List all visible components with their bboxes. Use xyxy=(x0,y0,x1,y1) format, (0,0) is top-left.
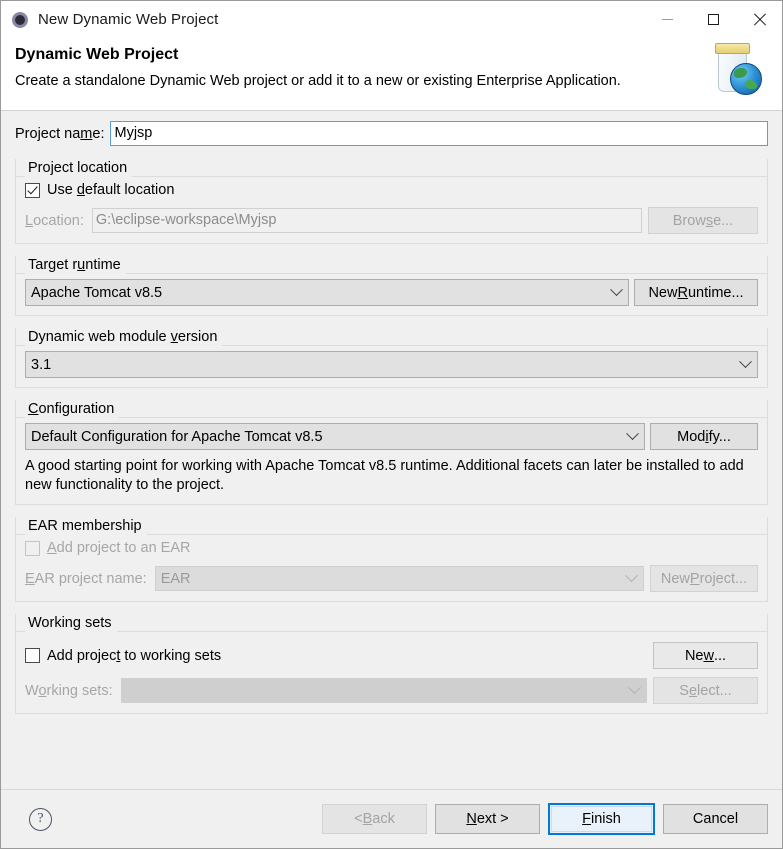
project-name-row: Project name: Myjsp xyxy=(15,121,768,146)
target-runtime-value: Apache Tomcat v8.5 xyxy=(31,284,163,301)
eclipse-icon xyxy=(11,11,29,29)
close-button[interactable] xyxy=(736,1,782,38)
target-runtime-row: Apache Tomcat v8.5 New Runtime... xyxy=(25,279,758,306)
add-project-to-ear-label: Add project to an EAR xyxy=(47,540,191,556)
help-icon[interactable]: ? xyxy=(29,807,52,831)
project-location-group: Project location Use default location Lo… xyxy=(15,159,768,244)
wizard-page-header: Dynamic Web Project Create a standalone … xyxy=(1,38,782,111)
target-runtime-combo[interactable]: Apache Tomcat v8.5 xyxy=(25,279,629,306)
chevron-down-icon xyxy=(620,424,644,449)
next-button[interactable]: Next > xyxy=(435,804,540,834)
module-version-combo[interactable]: 3.1 xyxy=(25,351,758,378)
new-dynamic-web-project-dialog: New Dynamic Web Project Dynamic Web Proj… xyxy=(0,0,783,849)
dialog-footer: ? < Back Next > Finish Cancel xyxy=(1,789,782,848)
window-title: New Dynamic Web Project xyxy=(38,11,219,28)
configuration-label: Configuration xyxy=(28,401,115,417)
ear-membership-group-title: EAR membership xyxy=(28,518,142,534)
finish-button[interactable]: Finish xyxy=(551,806,652,832)
location-label: Location: xyxy=(25,212,84,229)
configuration-description: A good starting point for working with A… xyxy=(25,458,744,493)
ear-project-name-row: EAR project name: EAR New Project... xyxy=(25,565,758,592)
add-project-to-ear-checkbox xyxy=(25,540,40,556)
module-version-group: Dynamic web module version 3.1 xyxy=(15,328,768,388)
target-runtime-group: Target runtime Apache Tomcat v8.5 New Ru… xyxy=(15,256,768,316)
configuration-value: Default Configuration for Apache Tomcat … xyxy=(31,428,323,445)
add-project-to-ear-row: Add project to an EAR xyxy=(25,540,758,556)
ear-project-name-value: EAR xyxy=(160,570,191,587)
cancel-button[interactable]: Cancel xyxy=(663,804,768,834)
configuration-combo[interactable]: Default Configuration for Apache Tomcat … xyxy=(25,423,645,450)
location-row: Location: G:\eclipse-workspace\Myjsp Bro… xyxy=(25,207,758,234)
module-version-value: 3.1 xyxy=(31,356,52,373)
page-title: Dynamic Web Project xyxy=(15,46,179,63)
working-sets-label: Working sets: xyxy=(25,682,113,699)
working-sets-combo xyxy=(120,678,647,703)
maximize-icon xyxy=(707,14,719,25)
page-description: Create a standalone Dynamic Web project … xyxy=(15,73,621,89)
close-icon xyxy=(753,13,766,26)
web-project-jar-globe-icon xyxy=(706,42,768,104)
maximize-button[interactable] xyxy=(690,1,736,38)
back-button: < Back xyxy=(322,804,427,834)
module-version-label: Dynamic web module version xyxy=(28,329,218,345)
location-input: G:\eclipse-workspace\Myjsp xyxy=(91,208,642,233)
chevron-down-icon xyxy=(733,352,757,377)
working-sets-group: Working sets Add project to working sets… xyxy=(15,614,768,714)
chevron-down-icon xyxy=(622,679,646,702)
wizard-content: Project name: Myjsp Project location Use… xyxy=(1,111,782,789)
use-default-location-row[interactable]: Use default location xyxy=(25,182,758,198)
ear-project-name-combo: EAR xyxy=(154,566,644,591)
working-sets-field-row: Working sets: Se lect... xyxy=(25,677,758,704)
use-default-location-label: Use default location xyxy=(47,182,175,198)
modify-button[interactable]: Mod i fy... xyxy=(650,423,758,450)
configuration-group: Configuration Default Configuration for … xyxy=(15,400,768,505)
add-to-working-sets-label: Add project to working sets xyxy=(47,647,222,664)
project-location-group-title: Project location xyxy=(28,160,128,176)
project-name-input[interactable]: Myjsp xyxy=(110,121,768,146)
window-controls xyxy=(644,1,782,38)
new-working-set-button[interactable]: Ne w... xyxy=(653,642,758,669)
target-runtime-label: Target runtime xyxy=(28,257,121,273)
project-name-label: Project name: xyxy=(15,125,105,142)
browse-button: Brow s e... xyxy=(648,207,758,234)
add-to-working-sets-checkbox[interactable] xyxy=(25,648,40,663)
wizard-buttons: < Back Next > Finish Cancel xyxy=(322,803,768,835)
new-ear-project-button: New Project... xyxy=(650,565,758,592)
finish-button-focus-ring: Finish xyxy=(548,803,655,835)
configuration-row: Default Configuration for Apache Tomcat … xyxy=(25,423,758,450)
add-to-working-sets-row[interactable]: Add project to working sets Ne w... xyxy=(25,642,758,669)
use-default-location-checkbox[interactable] xyxy=(25,182,40,198)
minimize-icon xyxy=(661,19,673,20)
ear-membership-group: EAR membership Add project to an EAR EAR… xyxy=(15,517,768,602)
ear-project-name-label: EAR project name: xyxy=(25,570,147,587)
chevron-down-icon xyxy=(619,567,643,590)
title-bar: New Dynamic Web Project xyxy=(1,1,782,38)
new-runtime-button[interactable]: New Runtime... xyxy=(634,279,758,306)
select-working-set-button: Se lect... xyxy=(653,677,758,704)
minimize-button[interactable] xyxy=(644,1,690,38)
working-sets-group-title: Working sets xyxy=(28,615,112,631)
chevron-down-icon xyxy=(604,280,628,305)
